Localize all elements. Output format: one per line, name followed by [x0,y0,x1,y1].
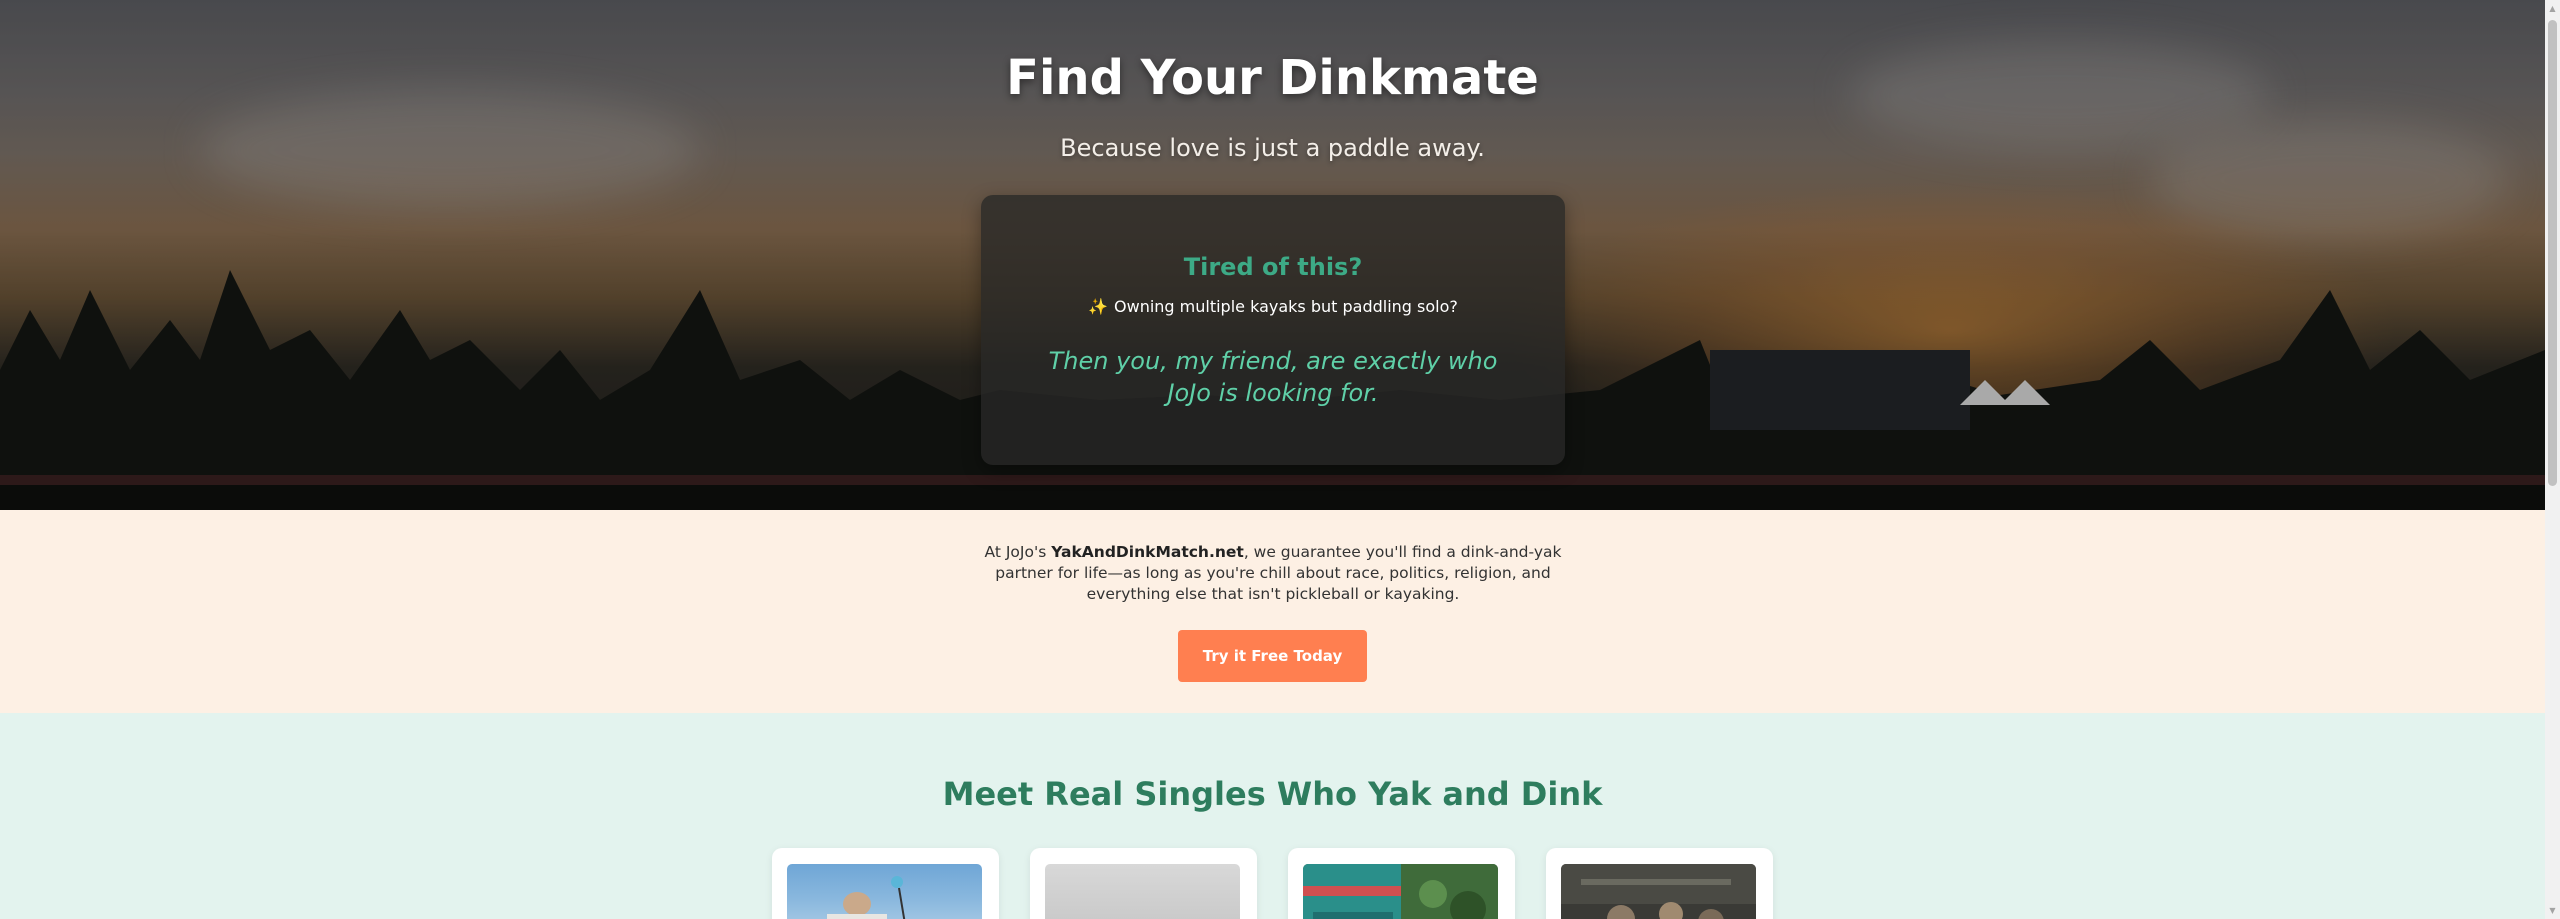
single-profile-card[interactable] [1030,848,1257,919]
try-free-button[interactable]: Try it Free Today [1178,630,1367,682]
intro-paragraph: At JoJo's YakAndDinkMatch.net, we guaran… [975,542,1571,605]
intro-section: At JoJo's YakAndDinkMatch.net, we guaran… [0,510,2545,713]
page-title: Find Your Dinkmate [1006,50,1539,106]
pain-item-text: Owning multiple kayaks but paddling solo… [1114,297,1458,316]
single-profile-card[interactable] [1288,848,1515,919]
pain-point-card: Tired of this? ✨ Owning multiple kayaks b… [981,195,1565,465]
profile-photo [1561,864,1756,919]
single-profile-card[interactable] [1546,848,1773,919]
pain-card-title: Tired of this? [1183,253,1363,281]
single-profile-card[interactable] [772,848,999,919]
pain-list-item: ✨ Owning multiple kayaks but paddling sol… [981,297,1565,316]
singles-heading: Meet Real Singles Who Yak and Dink [942,775,1603,813]
vertical-scrollbar[interactable]: ▲ ▼ [2545,0,2560,919]
brand-name: YakAndDinkMatch.net [1051,543,1244,561]
scroll-down-icon[interactable]: ▼ [2545,902,2560,919]
sparkles-icon: ✨ [1088,297,1109,316]
pain-card-quote: Then you, my friend, are exactly who JoJ… [1048,347,1498,407]
hero-subtitle: Because love is just a paddle away. [1060,134,1485,162]
scroll-up-icon[interactable]: ▲ [2545,0,2560,17]
profile-photo [1045,864,1240,919]
profile-photo [1303,864,1498,919]
profile-photo [787,864,982,919]
hero-section: Find Your Dinkmate Because love is just … [0,0,2545,510]
intro-prefix: At JoJo's [984,543,1052,561]
singles-section: Meet Real Singles Who Yak and Dink [0,713,2545,919]
scrollbar-thumb[interactable] [2548,20,2557,486]
